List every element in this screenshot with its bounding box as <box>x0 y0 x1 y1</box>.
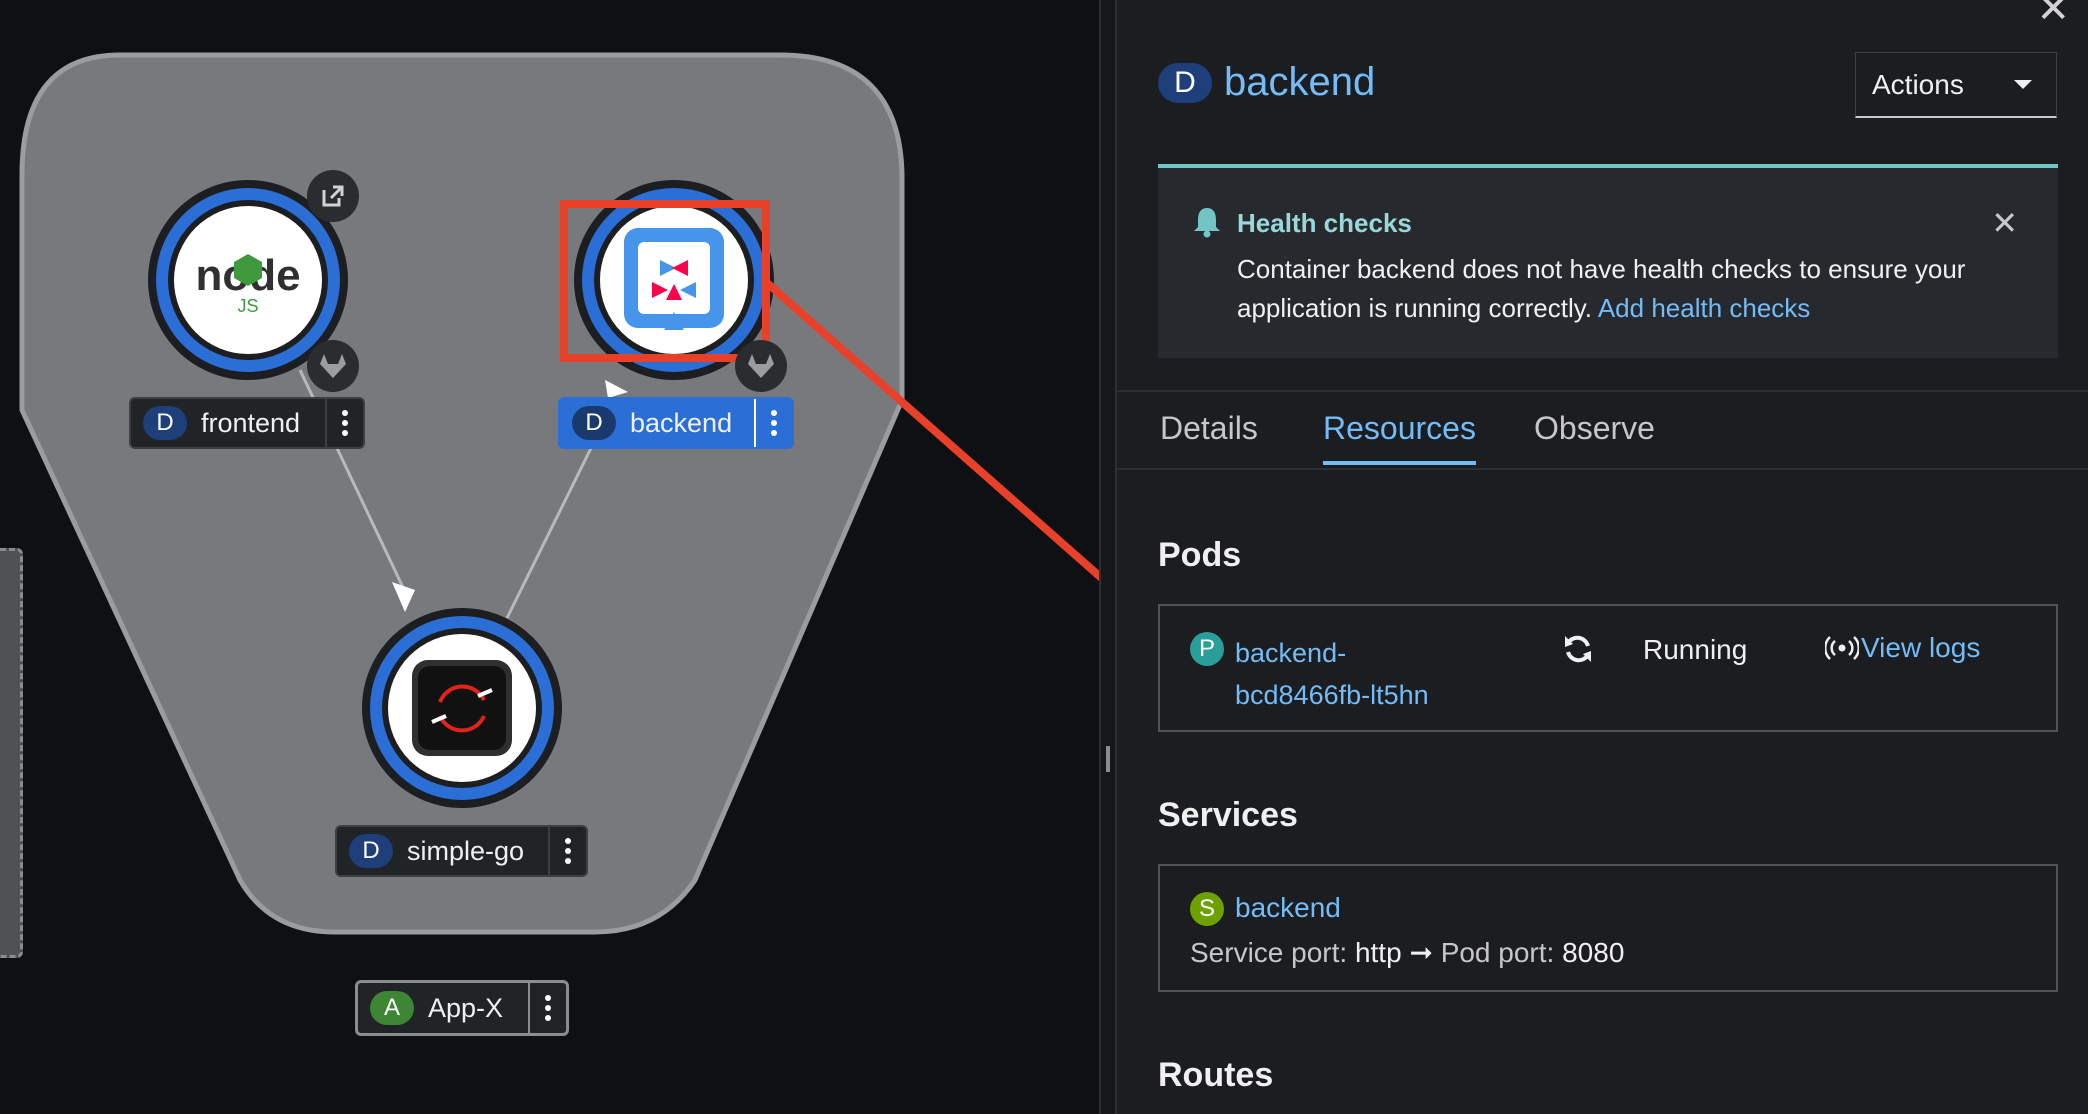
kebab-icon[interactable] <box>548 827 586 875</box>
service-port-row: Service port: http ➞ Pod port: 8080 <box>1190 936 1624 969</box>
service-port-value: http <box>1354 937 1402 968</box>
topology-graph: node JS <box>19 52 1100 935</box>
kebab-icon[interactable] <box>754 399 792 447</box>
node-label-backend[interactable]: D backend <box>558 397 794 449</box>
node-label-text: frontend <box>201 407 301 438</box>
tab-observe[interactable]: Observe <box>1534 410 1655 461</box>
actions-dropdown[interactable]: Actions <box>1855 52 2057 118</box>
pod-name-line2: bcd8466fb-lt5hn <box>1235 680 1429 710</box>
application-label-app-x[interactable]: A App-X <box>355 980 569 1036</box>
tab-resources[interactable]: Resources <box>1323 410 1476 465</box>
services-card: S backend Service port: http ➞ Pod port:… <box>1158 864 2058 992</box>
panel-title: D backend <box>1158 60 1375 105</box>
routes-section-title: Routes <box>1158 1056 1274 1094</box>
pod-name-link[interactable]: backend- bcd8466fb-lt5hn <box>1235 632 1429 716</box>
broadcast-icon <box>1825 636 1859 660</box>
services-section-title: Services <box>1158 796 1298 834</box>
topology-canvas[interactable]: node JS <box>0 0 1100 1114</box>
panel-tabs: Details Resources Observe <box>1117 390 2088 470</box>
pod-port-value: 8080 <box>1562 937 1625 968</box>
pod-badge: P <box>1190 632 1224 666</box>
resource-side-panel: ✕ D backend Actions Health checks ✕ Cont… <box>1117 0 2088 1114</box>
add-health-checks-link[interactable]: Add health checks <box>1598 293 1810 323</box>
application-label-text: App-X <box>428 992 504 1023</box>
alert-body: Container backend does not have health c… <box>1237 250 2027 328</box>
service-port-label: Service port: <box>1190 937 1348 968</box>
tab-details[interactable]: Details <box>1160 410 1258 461</box>
screenshot-root: node JS <box>0 0 2088 1114</box>
gitlab-icon[interactable] <box>735 340 787 392</box>
close-icon[interactable]: ✕ <box>1991 204 2018 242</box>
pods-card: P backend- bcd8466fb-lt5hn Running View … <box>1158 604 2058 732</box>
service-badge: S <box>1190 892 1224 926</box>
application-badge: A <box>370 991 414 1025</box>
node-label-text: simple-go <box>407 835 525 866</box>
node-label-simple-go[interactable]: D simple-go <box>335 825 588 877</box>
service-name-link[interactable]: backend <box>1235 892 1341 924</box>
view-logs-link[interactable]: View logs <box>1861 632 1980 664</box>
panel-resize-divider[interactable] <box>1099 0 1117 1114</box>
actions-label: Actions <box>1872 68 1964 100</box>
external-link-icon[interactable] <box>307 170 359 222</box>
pod-name-line1: backend- <box>1235 638 1347 668</box>
deployment-badge: D <box>572 406 616 440</box>
pod-status: Running <box>1643 634 1748 665</box>
nodejs-js-text: JS <box>237 296 258 316</box>
collapsed-side-handle[interactable] <box>0 548 23 958</box>
kebab-icon[interactable] <box>325 399 363 447</box>
resize-grip-icon[interactable] <box>1106 746 1110 772</box>
deployment-badge: D <box>349 834 393 868</box>
node-simple-go-ring <box>362 608 562 808</box>
resource-name[interactable]: backend <box>1224 60 1375 105</box>
deployment-badge: D <box>1158 62 1212 103</box>
kebab-icon[interactable] <box>528 983 566 1033</box>
alert-title: Health checks <box>1237 208 1412 238</box>
pod-port-label: Pod port: <box>1440 937 1555 968</box>
sync-icon <box>1565 635 1591 663</box>
gitlab-icon[interactable] <box>307 340 359 392</box>
node-label-frontend[interactable]: D frontend <box>129 397 365 449</box>
node-label-text: backend <box>630 407 733 438</box>
pods-section-title: Pods <box>1158 536 1242 574</box>
bell-icon <box>1194 208 1220 238</box>
arrow-right-icon: ➞ <box>1409 937 1433 968</box>
close-icon[interactable]: ✕ <box>2036 0 2070 32</box>
health-checks-alert: Health checks ✕ Container backend does n… <box>1158 164 2058 358</box>
caret-down-icon <box>2014 80 2032 89</box>
deployment-badge: D <box>143 406 187 440</box>
